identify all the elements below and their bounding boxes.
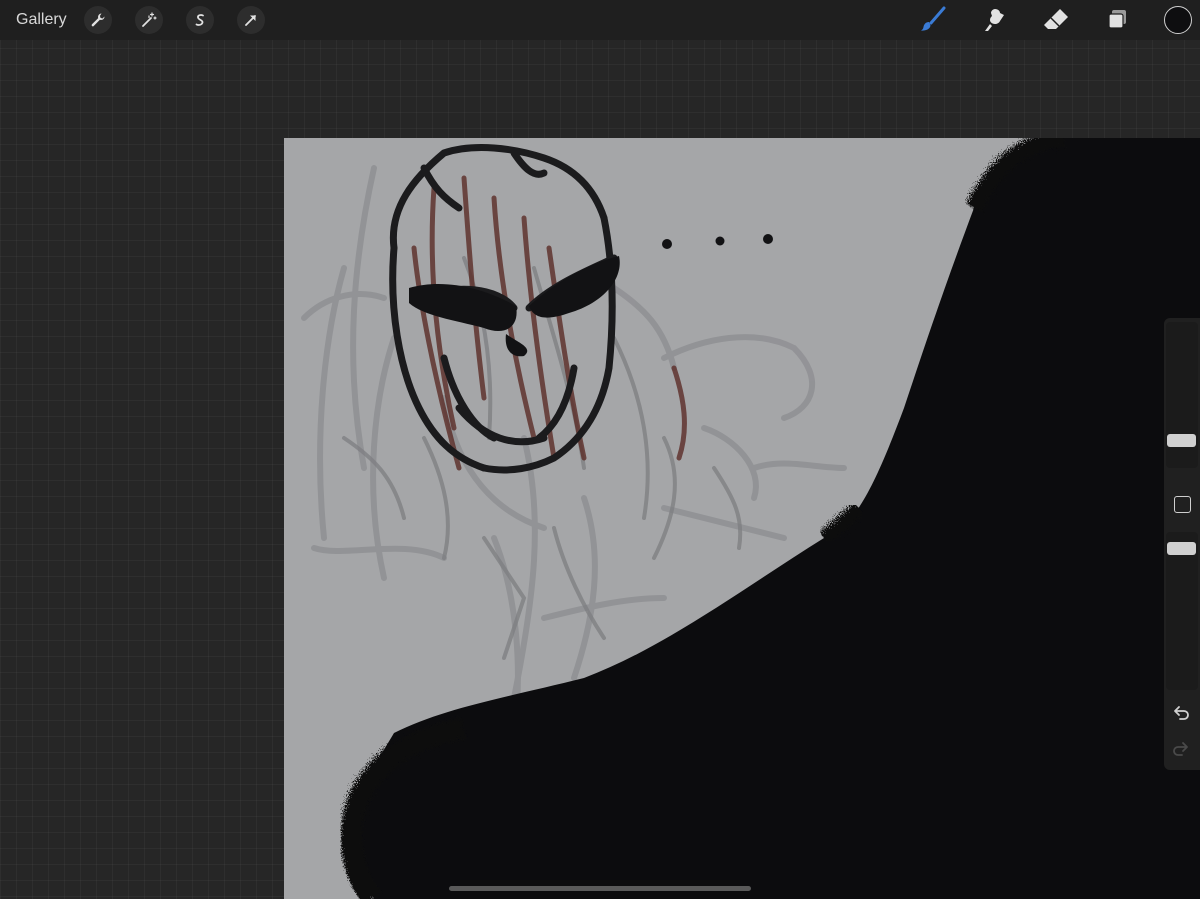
layers-icon [1108,10,1126,29]
brush-icon [921,6,946,31]
gallery-button[interactable]: Gallery [16,10,67,30]
home-indicator[interactable] [449,886,751,891]
opacity-thumb[interactable] [1167,542,1196,555]
eraser-icon [1044,9,1068,29]
modify-button[interactable] [1174,496,1191,513]
smudge-icon [985,9,1004,31]
actions-button[interactable] [84,6,112,34]
wrench-icon [91,13,105,27]
layers-button[interactable] [1102,5,1132,35]
redo-icon [1173,742,1188,756]
top-toolbar: Gallery [0,0,1200,40]
transform-arrow-icon [245,15,256,26]
selection-button[interactable] [186,6,214,34]
undo-button[interactable] [1171,703,1191,723]
brush-size-thumb[interactable] [1167,434,1196,447]
adjustments-button[interactable] [135,6,163,34]
opacity-slider[interactable] [1166,532,1198,690]
color-picker-button[interactable] [1164,6,1192,34]
redo-button[interactable] [1171,739,1191,759]
drawing-canvas[interactable] [284,138,1200,899]
eraser-tool-button[interactable] [1041,5,1071,35]
smudge-tool-button[interactable] [979,5,1009,35]
brush-tool-button[interactable] [918,5,948,35]
artwork [301,138,1200,899]
magic-wand-icon [142,12,157,27]
undo-icon [1174,706,1189,720]
selection-icon [195,14,204,26]
transform-button[interactable] [237,6,265,34]
